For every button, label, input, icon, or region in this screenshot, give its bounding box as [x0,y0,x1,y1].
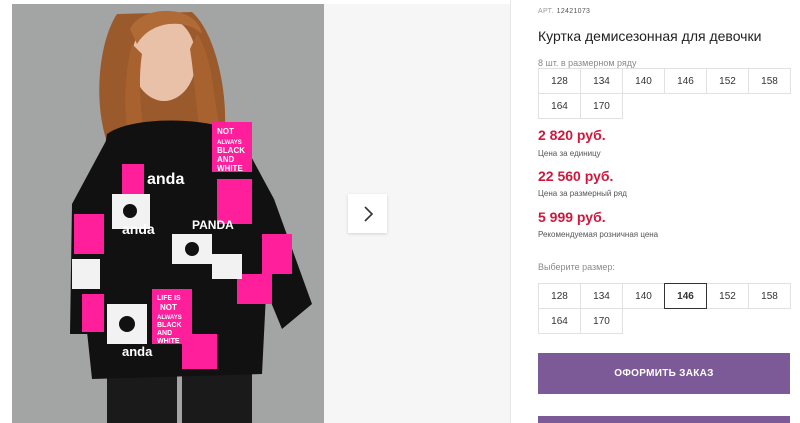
product-gallery: NOT ALWAYS BLACK AND WHITE LIFE IS NOT A… [12,4,510,423]
print-text: NOT [160,303,177,312]
size-row-cell: 146 [664,68,707,94]
size-row-cell: 152 [706,68,749,94]
panel-divider [510,0,511,423]
size-option-selected[interactable]: 146 [664,283,707,309]
size-option[interactable]: 164 [538,308,581,334]
print-text: anda [147,171,184,188]
size-option[interactable]: 158 [748,283,791,309]
product-photo[interactable]: NOT ALWAYS BLACK AND WHITE LIFE IS NOT A… [12,4,324,423]
product-page: NOT ALWAYS BLACK AND WHITE LIFE IS NOT A… [0,0,800,423]
size-selector: 128 134 140 146 152 158 164 170 [538,283,791,334]
print-text: NOT [217,127,234,136]
chevron-right-icon [363,205,373,222]
print-text: LIFE IS [157,295,181,302]
print-text: WHITE [217,164,243,173]
product-title: Куртка демисезонная для девочки [538,28,762,44]
size-option[interactable]: 140 [622,283,665,309]
size-row-cell: 140 [622,68,665,94]
unit-price: 2 820 руб. [538,127,606,143]
article-number: АРТ. 12421073 [538,8,590,15]
size-row-cell: 170 [580,93,623,119]
size-option[interactable]: 128 [538,283,581,309]
product-photo-illustration: NOT ALWAYS BLACK AND WHITE LIFE IS NOT A… [12,4,324,423]
size-option[interactable]: 152 [706,283,749,309]
row-price: 22 560 руб. [538,168,614,184]
print-text: BLACK [217,146,245,155]
size-row-cell: 128 [538,68,581,94]
size-option[interactable]: 170 [580,308,623,334]
size-row-cell: 164 [538,93,581,119]
print-text: AND [157,330,172,337]
print-text: anda [122,344,153,359]
retail-price-label: Рекомендуемая розничная цена [538,230,659,239]
place-order-button[interactable]: ОФОРМИТЬ ЗАКАЗ [538,353,790,394]
size-option[interactable]: 134 [580,283,623,309]
retail-price: 5 999 руб. [538,209,606,225]
print-text: anda [122,221,155,237]
size-row-cell: 134 [580,68,623,94]
print-text: BLACK [157,322,182,329]
article-label: АРТ. [538,8,554,15]
print-text: ALWAYS [157,315,182,321]
size-row-label: 8 шт. в размерном ряду [538,58,637,68]
size-row-grid: 128 134 140 146 152 158 164 170 [538,68,791,119]
size-row-cell: 158 [748,68,791,94]
secondary-action-button[interactable] [538,416,790,423]
print-text: AND [217,155,235,164]
unit-price-label: Цена за единицу [538,149,601,158]
print-text: PANDA [192,218,234,232]
print-text: WHITE [157,338,180,345]
row-price-label: Цена за размерный ряд [538,189,627,198]
select-size-label: Выберите размер: [538,262,615,272]
next-image-button[interactable] [348,194,387,233]
article-value: 12421073 [556,8,591,15]
